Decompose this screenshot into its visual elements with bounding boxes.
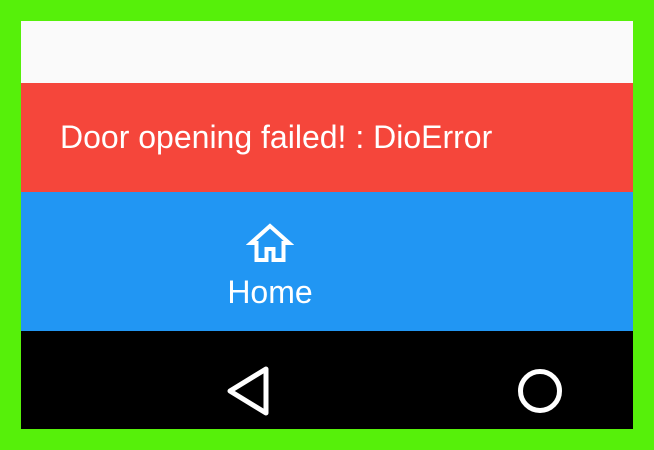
circle-home-icon[interactable] xyxy=(515,366,565,416)
bottom-navigation-bar: Home xyxy=(21,192,633,331)
nav-item-label: Home xyxy=(227,274,313,310)
back-icon[interactable] xyxy=(224,364,272,418)
app-screen: Door opening failed! : DioError Home xyxy=(21,21,633,429)
error-snackbar: Door opening failed! : DioError xyxy=(21,83,633,192)
snackbar-message: Door opening failed! : DioError xyxy=(60,119,493,155)
home-icon xyxy=(246,223,294,262)
system-navigation-bar xyxy=(21,331,633,429)
nav-item-home[interactable]: Home xyxy=(191,192,349,331)
